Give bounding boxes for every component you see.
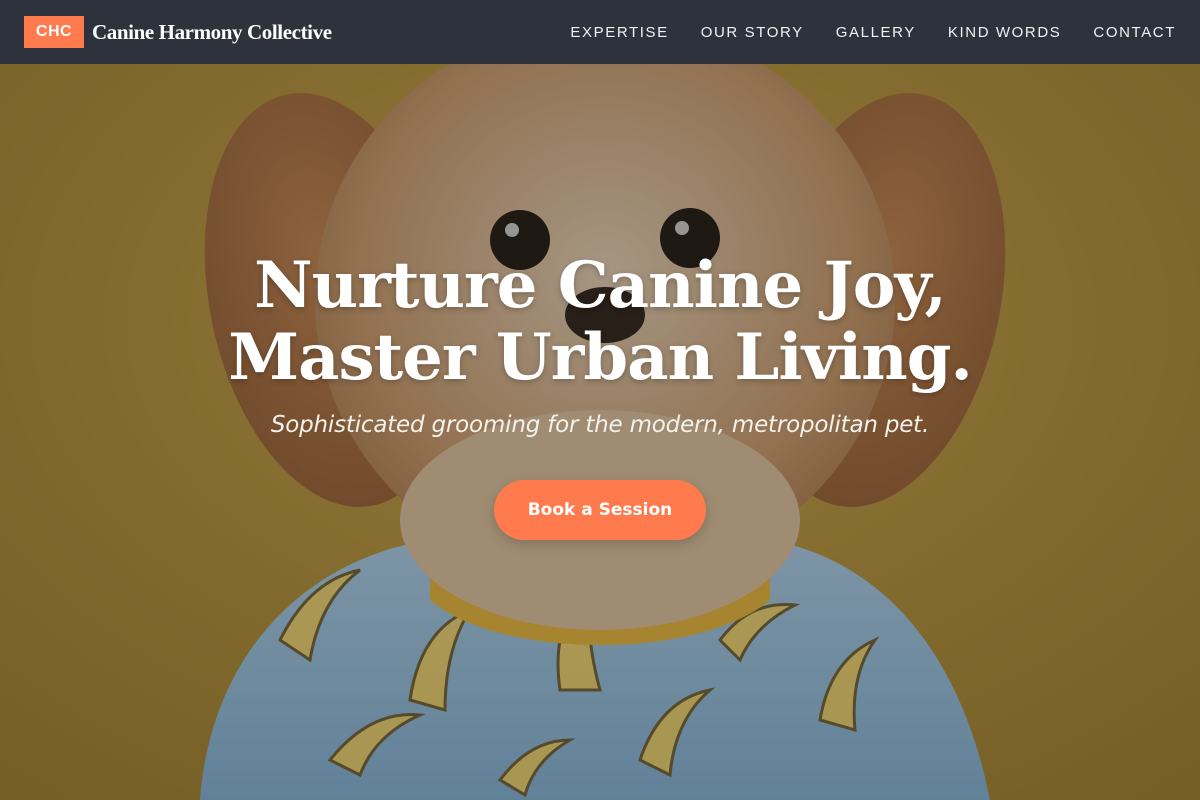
nav-link-expertise[interactable]: EXPERTISE: [570, 24, 668, 41]
main-navigation: EXPERTISE OUR STORY GALLERY KIND WORDS C…: [538, 24, 1176, 41]
top-navbar: CHC Canine Harmony Collective EXPERTISE …: [0, 0, 1200, 64]
landing-page: CHC Canine Harmony Collective EXPERTISE …: [0, 0, 1200, 800]
hero-subtitle: Sophisticated grooming for the modern, m…: [270, 412, 930, 438]
brand-badge: CHC: [24, 16, 84, 48]
hero-title-line-1: Nurture Canine Joy,: [254, 248, 947, 323]
nav-link-gallery[interactable]: GALLERY: [836, 24, 916, 41]
nav-link-contact[interactable]: CONTACT: [1093, 24, 1176, 41]
hero-title: Nurture Canine Joy, Master Urban Living.: [0, 250, 1200, 394]
brand-logo-link[interactable]: CHC Canine Harmony Collective: [24, 16, 332, 48]
brand-name: Canine Harmony Collective: [92, 19, 332, 44]
hero-section: Nurture Canine Joy, Master Urban Living.…: [0, 250, 1200, 540]
hero-title-line-2: Master Urban Living.: [228, 320, 973, 395]
nav-link-our-story[interactable]: OUR STORY: [701, 24, 804, 41]
nav-link-kind-words[interactable]: KIND WORDS: [948, 24, 1062, 41]
book-session-button[interactable]: Book a Session: [494, 480, 706, 540]
